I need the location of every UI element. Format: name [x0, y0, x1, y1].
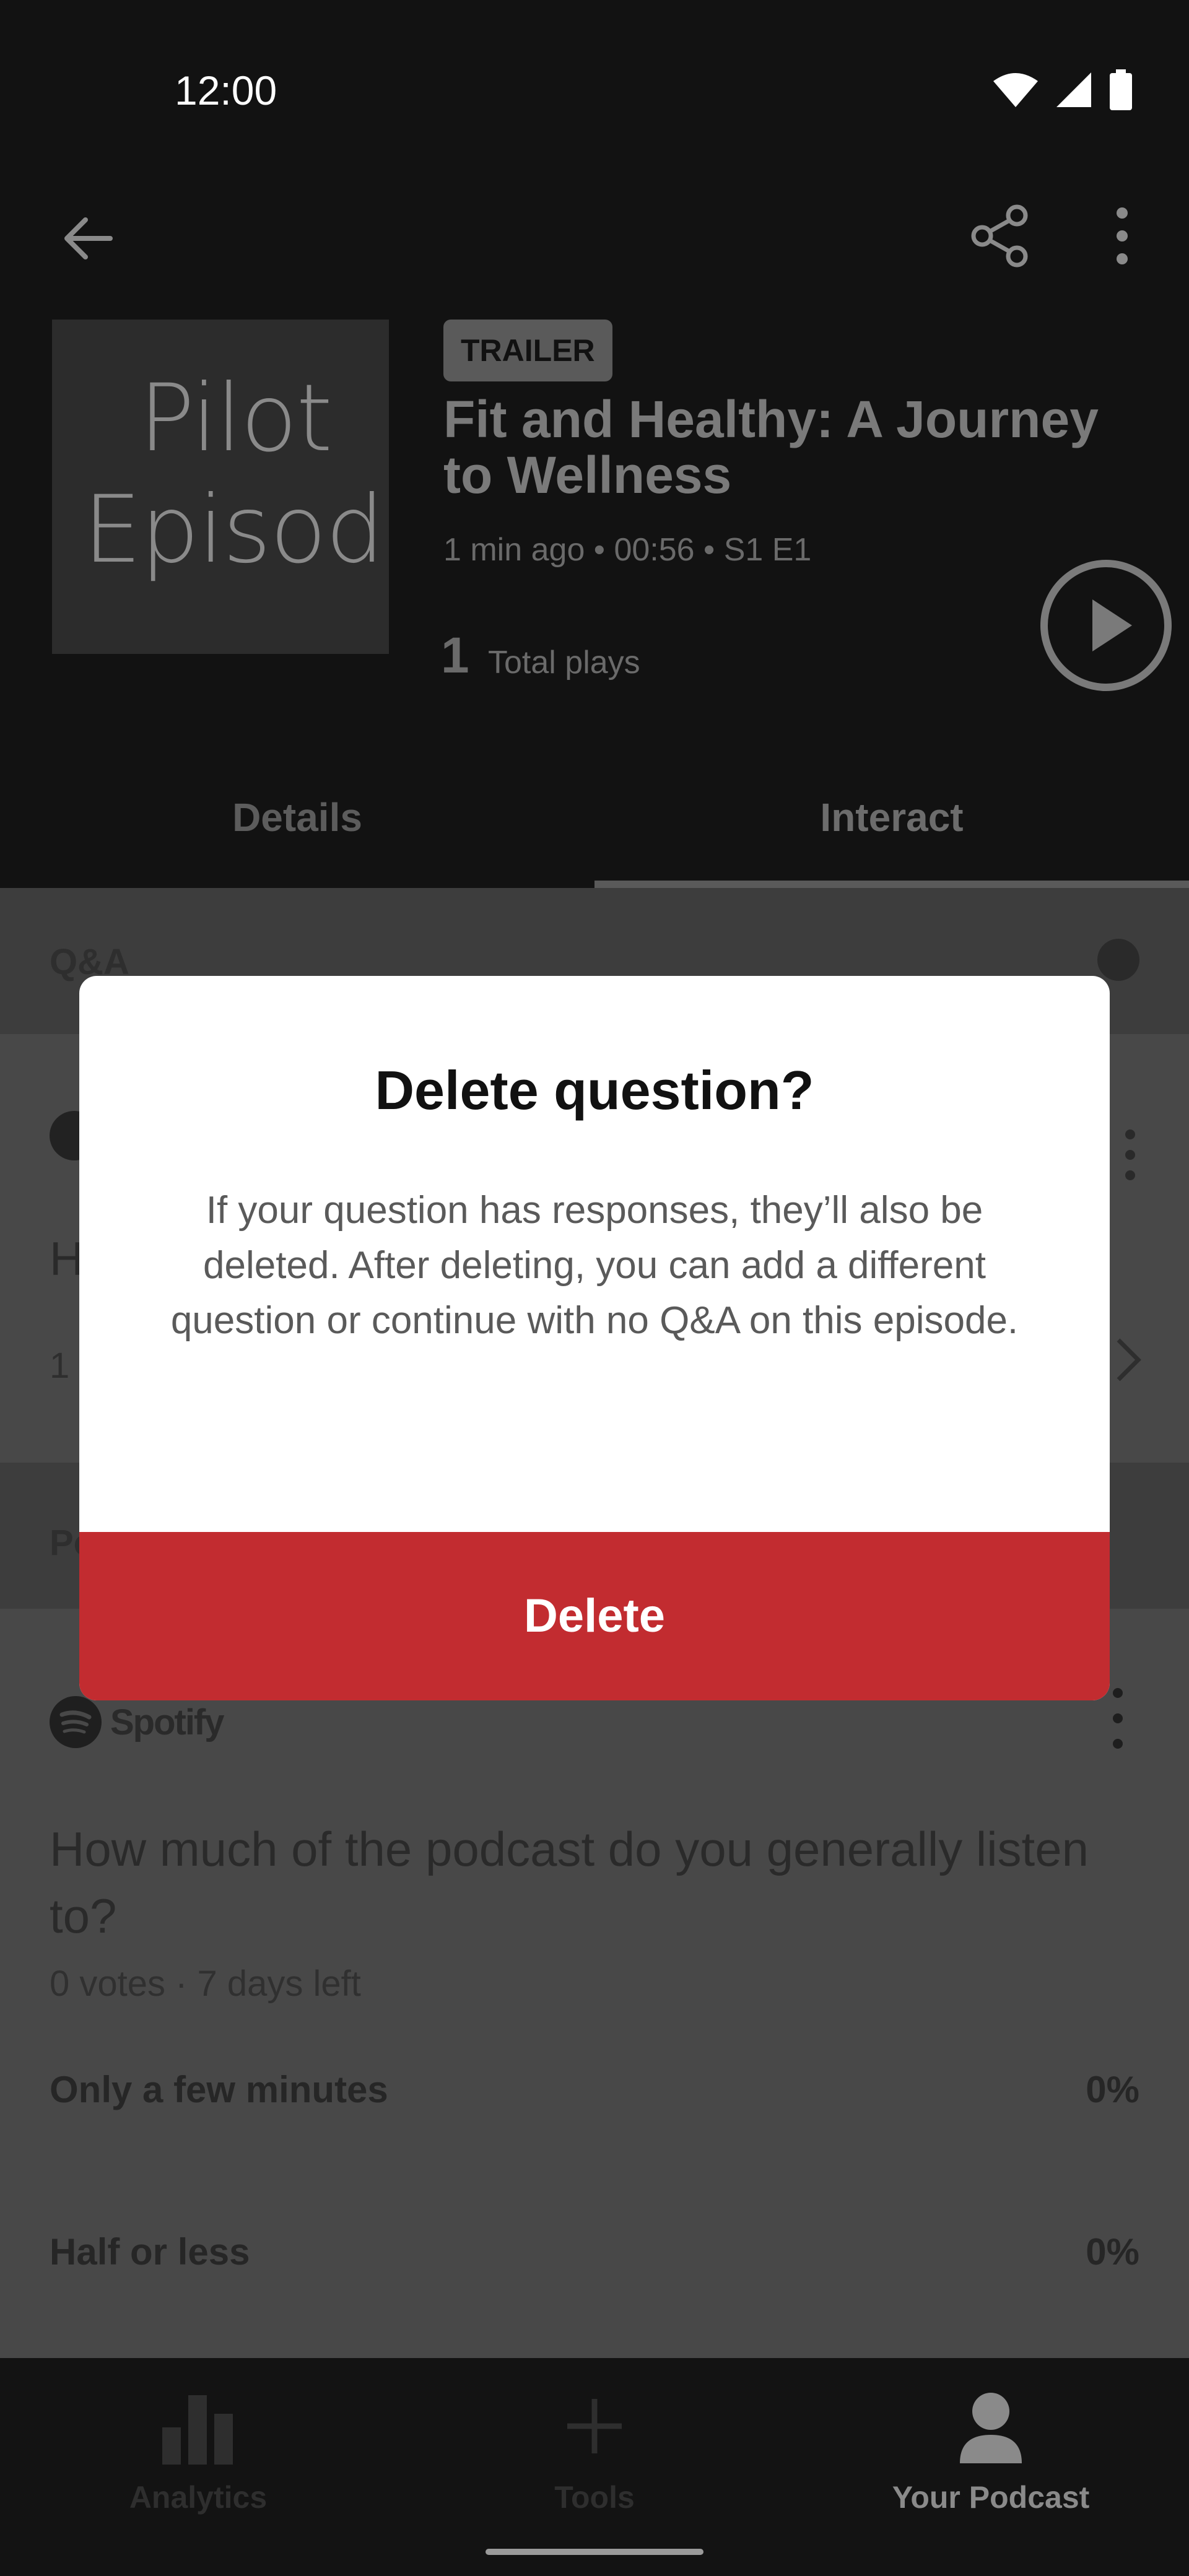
dialog-body: If your question has responses, they’ll … [170, 1189, 1019, 1342]
dialog-title: Delete question? [375, 1060, 814, 1121]
delete-question-dialog: Delete question? If your question has re… [79, 976, 1110, 1700]
delete-button[interactable]: Delete [79, 1532, 1110, 1700]
